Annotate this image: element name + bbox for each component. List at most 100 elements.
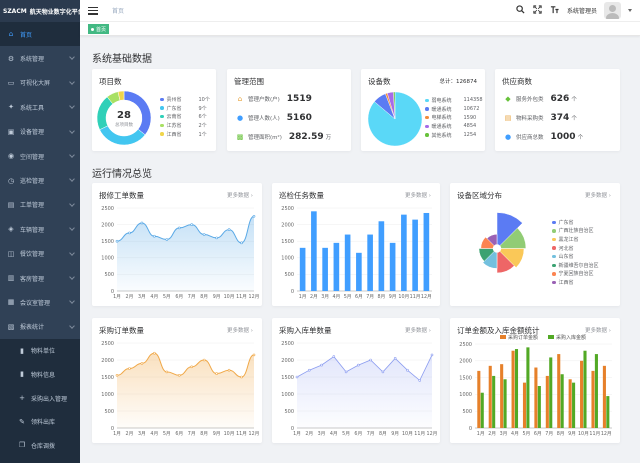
bar[interactable] [560,374,564,428]
data-point[interactable] [240,375,243,379]
data-point[interactable] [190,365,194,369]
tag-home[interactable]: 首页 [88,24,110,34]
donut-slice[interactable] [96,96,114,131]
data-point[interactable] [190,223,194,226]
sidebar-item-1[interactable]: ⚙ 系统管理 [0,46,80,70]
bar[interactable] [492,375,496,428]
sidebar-subitem-0[interactable]: ▮ 物料单位 [0,339,80,363]
data-point[interactable] [115,239,119,243]
sidebar-item-2[interactable]: ▭ 可视化大屏 [0,71,80,95]
bar[interactable] [344,234,351,291]
sidebar-item-4[interactable]: ▣ 设备管理 [0,120,80,144]
data-point[interactable] [357,363,360,367]
data-point[interactable] [177,226,181,230]
bar[interactable] [477,370,481,428]
username[interactable]: 系统管理员 [567,6,597,15]
sidebar-subitem-5[interactable]: ≡... [0,457,80,463]
bar[interactable] [367,234,373,291]
bar[interactable] [378,221,385,291]
bar[interactable] [488,365,492,428]
data-point[interactable] [393,356,397,360]
bar[interactable] [299,247,306,291]
data-point[interactable] [252,214,256,218]
bar[interactable] [549,357,553,428]
data-point[interactable] [215,372,218,375]
data-point[interactable] [252,353,256,357]
sidebar-item-3[interactable]: ✦ 系统工具 [0,95,80,119]
data-point[interactable] [430,353,434,357]
data-point[interactable] [128,367,131,370]
bar[interactable] [514,349,519,428]
bar[interactable] [557,354,561,428]
bar[interactable] [580,360,584,428]
data-point[interactable] [202,233,206,236]
data-point[interactable] [295,375,299,379]
sidebar-subitem-4[interactable]: ❐ 仓库调拨 [0,433,80,457]
sidebar-item-5[interactable]: ◉ 空间管理 [0,144,80,168]
data-point[interactable] [227,228,231,231]
sidebar-subitem-2[interactable]: + 采购出入管理 [0,386,80,410]
data-point[interactable] [381,370,385,374]
search-icon[interactable] [516,4,526,17]
data-point[interactable] [215,236,218,240]
sidebar-item-9[interactable]: ◫ 餐饮管理 [0,242,80,266]
bar[interactable] [545,375,549,428]
sidebar-item-11[interactable]: ▦ 会议室管理 [0,290,80,314]
data-point[interactable] [128,231,131,235]
data-point[interactable] [332,355,336,358]
bar[interactable] [594,354,598,428]
sidebar-item-10[interactable]: ▥ 客房管理 [0,266,80,290]
data-point[interactable] [165,370,169,374]
data-point[interactable] [115,373,119,377]
data-point[interactable] [140,221,144,225]
bar[interactable] [322,247,328,291]
bar[interactable] [333,242,340,291]
data-point[interactable] [406,368,409,372]
bar[interactable] [606,396,610,428]
bar[interactable] [503,379,507,428]
bar[interactable] [356,252,362,291]
data-point[interactable] [418,379,422,382]
bar[interactable] [480,392,484,428]
fullscreen-icon[interactable] [533,4,543,17]
data-point[interactable] [240,241,243,245]
sidebar-item-12[interactable]: ▧ 报表统计 [0,315,80,339]
bar[interactable] [412,219,418,291]
data-point[interactable] [307,368,311,372]
bar[interactable] [534,367,538,428]
data-point[interactable] [153,234,156,238]
sidebar-item-7[interactable]: ▤ 工单管理 [0,193,80,217]
bar[interactable] [537,386,541,428]
sidebar-item-0[interactable]: ⌂ 首页 [0,22,80,47]
data-point[interactable] [369,358,372,362]
bar[interactable] [522,382,527,428]
data-point[interactable] [202,358,206,362]
data-point[interactable] [153,351,156,355]
bar[interactable] [526,347,530,428]
bar[interactable] [423,212,430,291]
breadcrumb[interactable]: 首页 [112,6,124,15]
bar[interactable] [311,211,317,291]
bar[interactable] [500,364,504,428]
bar[interactable] [591,370,595,428]
bar[interactable] [568,379,572,428]
bar[interactable] [602,365,606,428]
bar[interactable] [389,242,396,291]
data-point[interactable] [165,238,169,241]
sidebar-item-8[interactable]: ◈ 车辆管理 [0,217,80,241]
bar[interactable] [583,350,587,428]
bar[interactable] [572,382,576,428]
data-point[interactable] [140,362,144,365]
data-point[interactable] [227,368,231,372]
hamburger-icon[interactable] [88,6,98,15]
data-point[interactable] [344,370,348,374]
data-point[interactable] [320,363,323,367]
data-point[interactable] [177,373,181,377]
caret-down-icon[interactable] [628,9,632,12]
avatar[interactable] [604,2,621,19]
sidebar-item-6[interactable]: ◷ 巡检管理 [0,168,80,192]
sidebar-subitem-3[interactable]: ✎ 领料出库 [0,410,80,434]
bar[interactable] [511,350,515,428]
sidebar-subitem-1[interactable]: ▮ 物料信息 [0,363,80,387]
font-size-icon[interactable] [550,5,560,17]
